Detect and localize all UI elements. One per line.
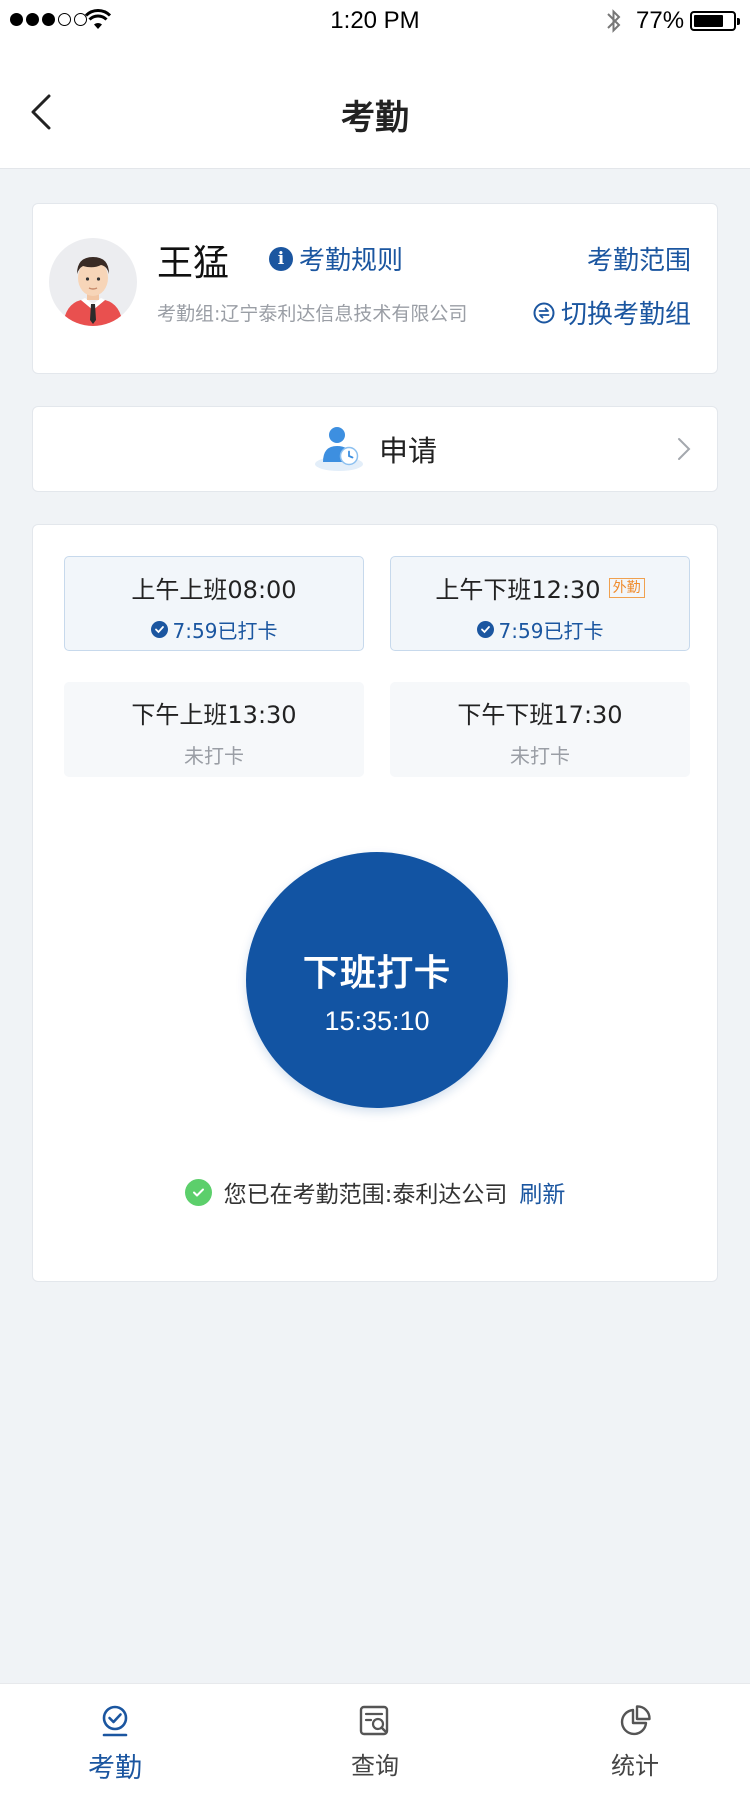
- bluetooth-icon: [607, 9, 621, 33]
- apply-label: 申请: [378, 434, 437, 468]
- switch-icon: [533, 302, 555, 323]
- avatar: [49, 238, 137, 326]
- check-icon: [150, 621, 168, 638]
- tab-stats[interactable]: 统计: [555, 1684, 715, 1796]
- apply-row[interactable]: 申请: [32, 406, 718, 492]
- slot-afternoon-end[interactable]: 下午下班17:30 未打卡: [390, 682, 690, 777]
- slot-afternoon-start[interactable]: 下午上班13:30 未打卡: [64, 682, 364, 777]
- slot-status: 未打卡: [184, 744, 244, 768]
- battery-icon: [690, 11, 740, 31]
- query-icon: [359, 1705, 389, 1736]
- chevron-right-icon: [678, 438, 691, 460]
- user-name: 王猛: [157, 243, 230, 284]
- switch-group-label: 切换考勤组: [560, 300, 691, 330]
- attendance-group-text: 考勤组:辽宁泰利达信息技术有限公司: [157, 303, 468, 325]
- slot-status-text: 7:59已打卡: [172, 619, 278, 643]
- punch-clock: 15:35:10: [324, 1006, 430, 1036]
- refresh-link[interactable]: 刷新: [519, 1175, 565, 1209]
- nav-bar: 考勤: [0, 42, 750, 169]
- check-icon: [476, 621, 494, 638]
- slot-title: 下午下班17:30: [457, 701, 623, 729]
- slot-title: 上午下班12:30 外勤: [391, 570, 689, 605]
- location-text: 您已在考勤范围:泰利达公司: [223, 1182, 508, 1208]
- location-status: 您已在考勤范围:泰利达公司 刷新: [33, 1175, 717, 1209]
- switch-group-link[interactable]: 切换考勤组: [533, 294, 691, 331]
- slot-title-text: 上午下班12:30: [435, 576, 601, 604]
- apply-person-icon: [314, 427, 363, 471]
- info-icon: i: [269, 246, 293, 271]
- punch-label: 下班打卡: [302, 953, 451, 994]
- attendance-rules-label: 考勤规则: [299, 246, 404, 276]
- slot-title: 下午上班13:30: [131, 701, 297, 729]
- profile-card: 王猛 i 考勤规则 考勤范围 考勤组:辽宁泰利达信息技术有限公司 切换考勤组: [32, 203, 718, 374]
- slot-morning-start[interactable]: 上午上班08:00 7:59已打卡: [64, 556, 364, 651]
- punch-card: 上午上班08:00 7:59已打卡 上午下班12:30 外勤 7:59已打卡 下午…: [32, 524, 718, 1282]
- status-bar: 1:20 PM 77%: [0, 0, 750, 42]
- stats-icon: [620, 1705, 651, 1736]
- check-circle-icon: [184, 1178, 212, 1206]
- battery-percent: 77%: [636, 7, 685, 34]
- tab-label: 查询: [351, 1752, 399, 1780]
- slot-status: 7:59已打卡: [65, 615, 363, 644]
- slot-status: 7:59已打卡: [391, 615, 689, 644]
- slot-status-text: 7:59已打卡: [498, 619, 604, 643]
- tab-query[interactable]: 查询: [295, 1684, 455, 1796]
- slot-title: 上午上班08:00: [131, 576, 297, 604]
- tab-label: 考勤: [88, 1753, 142, 1784]
- attendance-icon: [102, 1705, 128, 1737]
- slot-morning-end[interactable]: 上午下班12:30 外勤 7:59已打卡: [390, 556, 690, 651]
- person-avatar-icon: [63, 257, 123, 326]
- attendance-range-link[interactable]: 考勤范围: [587, 240, 691, 277]
- tab-bar: 考勤 查询 统计: [0, 1683, 750, 1796]
- tab-attendance[interactable]: 考勤: [35, 1684, 195, 1796]
- tab-label: 统计: [611, 1752, 659, 1780]
- attendance-rules-link[interactable]: i 考勤规则: [269, 240, 403, 277]
- field-work-tag: 外勤: [608, 578, 645, 598]
- slot-status: 未打卡: [510, 744, 570, 768]
- page-title: 考勤: [341, 98, 409, 138]
- punch-out-button[interactable]: 下班打卡 15:35:10: [246, 852, 508, 1108]
